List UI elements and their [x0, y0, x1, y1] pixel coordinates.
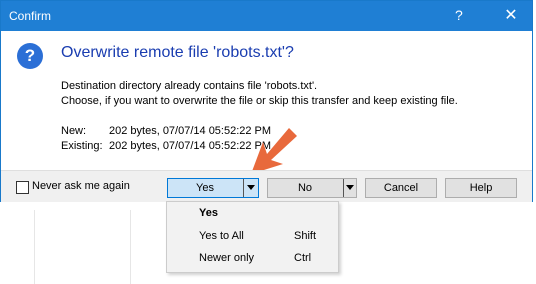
background-line — [130, 210, 131, 284]
never-ask-label[interactable]: Never ask me again — [32, 180, 130, 192]
confirm-dialog: Confirm ? ✕ ? Overwrite remote file 'rob… — [0, 0, 533, 202]
yes-button[interactable]: Yes — [167, 178, 259, 198]
menu-item-label: Yes to All — [199, 230, 244, 242]
never-ask-checkbox[interactable] — [16, 181, 29, 194]
menu-item-label: Newer only — [199, 252, 255, 264]
background-line — [34, 210, 35, 284]
window-title: Confirm — [9, 9, 52, 23]
help-icon[interactable]: ? — [455, 7, 463, 23]
existing-label: Existing: — [61, 140, 103, 152]
yes-dropdown-menu: Yes Yes to All Shift Newer only Ctrl — [166, 201, 339, 273]
message-line-1: Destination directory already contains f… — [61, 80, 318, 92]
dialog-heading: Overwrite remote file 'robots.txt'? — [61, 44, 294, 61]
dialog-footer: Never ask me again Yes No Cancel Help — [1, 170, 532, 202]
menu-item-yes[interactable]: Yes — [167, 203, 338, 225]
existing-value: 202 bytes, 07/07/14 05:52:22 PM — [109, 140, 272, 152]
menu-item-newer-only[interactable]: Newer only Ctrl — [167, 248, 338, 270]
chevron-down-icon[interactable] — [346, 185, 354, 190]
menu-item-yes-to-all[interactable]: Yes to All Shift — [167, 226, 338, 248]
split-separator — [343, 179, 344, 197]
question-icon: ? — [17, 43, 43, 69]
yes-button-label: Yes — [196, 182, 214, 194]
title-bar: Confirm ? ✕ — [1, 1, 532, 31]
chevron-down-icon[interactable] — [247, 185, 255, 190]
pointer-arrow-icon — [251, 128, 297, 174]
menu-item-label: Yes — [199, 207, 218, 219]
close-icon[interactable]: ✕ — [496, 5, 526, 25]
no-button-label: No — [297, 182, 313, 194]
new-label: New: — [61, 125, 87, 137]
menu-item-shortcut: Ctrl — [294, 252, 312, 264]
new-value: 202 bytes, 07/07/14 05:52:22 PM — [109, 125, 272, 137]
message-line-2: Choose, if you want to overwrite the fil… — [61, 95, 458, 107]
help-button[interactable]: Help — [445, 178, 517, 198]
split-separator — [243, 179, 244, 197]
no-button[interactable]: No — [267, 178, 357, 198]
menu-item-shortcut: Shift — [294, 230, 317, 242]
cancel-button[interactable]: Cancel — [365, 178, 437, 198]
